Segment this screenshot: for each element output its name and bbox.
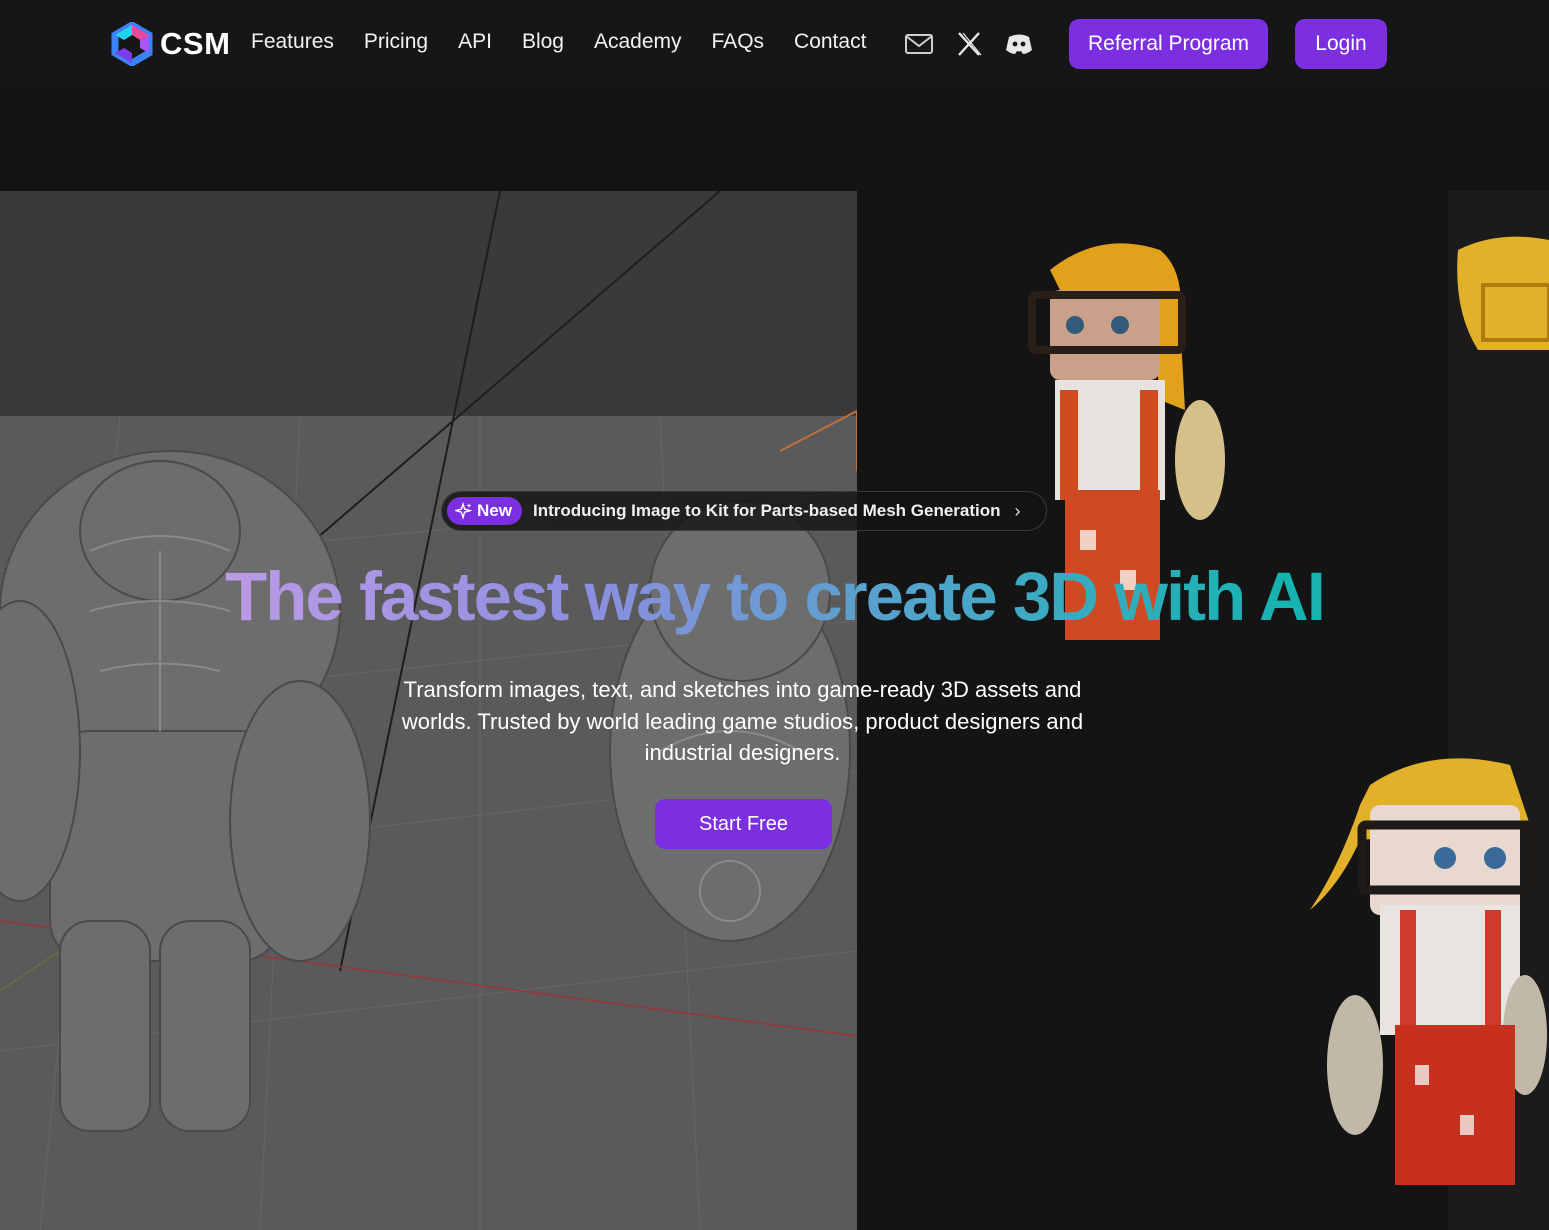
nav-link-contact[interactable]: Contact: [794, 30, 866, 54]
brand-name: CSM: [160, 26, 231, 61]
hero-subtitle: Transform images, text, and sketches int…: [401, 677, 1084, 765]
brand-logo[interactable]: CSM: [110, 22, 230, 66]
hero-title: The fastest way to create 3D with AI: [0, 555, 1549, 639]
nav-link-academy[interactable]: Academy: [594, 30, 682, 54]
mail-icon[interactable]: [903, 28, 935, 60]
nav-link-pricing[interactable]: Pricing: [364, 30, 428, 54]
new-badge: New: [447, 497, 522, 525]
nav-link-features[interactable]: Features: [251, 30, 334, 54]
nav-links: Features Pricing API Blog Academy FAQs C…: [251, 30, 896, 54]
referral-program-button[interactable]: Referral Program: [1069, 19, 1268, 69]
csm-logo-icon: [111, 22, 153, 66]
login-button[interactable]: Login: [1295, 19, 1387, 69]
chevron-right-icon: ›: [1014, 500, 1021, 521]
start-free-button[interactable]: Start Free: [655, 799, 832, 849]
x-twitter-icon[interactable]: [953, 28, 985, 60]
discord-icon[interactable]: [1003, 28, 1035, 60]
sparkle-icon: [455, 502, 473, 520]
character-render-bottom: [1310, 758, 1547, 1185]
top-navbar: CSM Features Pricing API Blog Academy FA…: [0, 0, 1549, 88]
nav-link-api[interactable]: API: [458, 30, 492, 54]
new-badge-label: New: [477, 501, 512, 520]
character-render-edge: [1457, 236, 1549, 350]
announcement-text: Introducing Image to Kit for Parts-based…: [532, 501, 1001, 520]
announcement-banner[interactable]: New Introducing Image to Kit for Parts-b…: [441, 491, 1047, 531]
nav-link-faqs[interactable]: FAQs: [712, 30, 765, 54]
nav-link-blog[interactable]: Blog: [522, 30, 564, 54]
